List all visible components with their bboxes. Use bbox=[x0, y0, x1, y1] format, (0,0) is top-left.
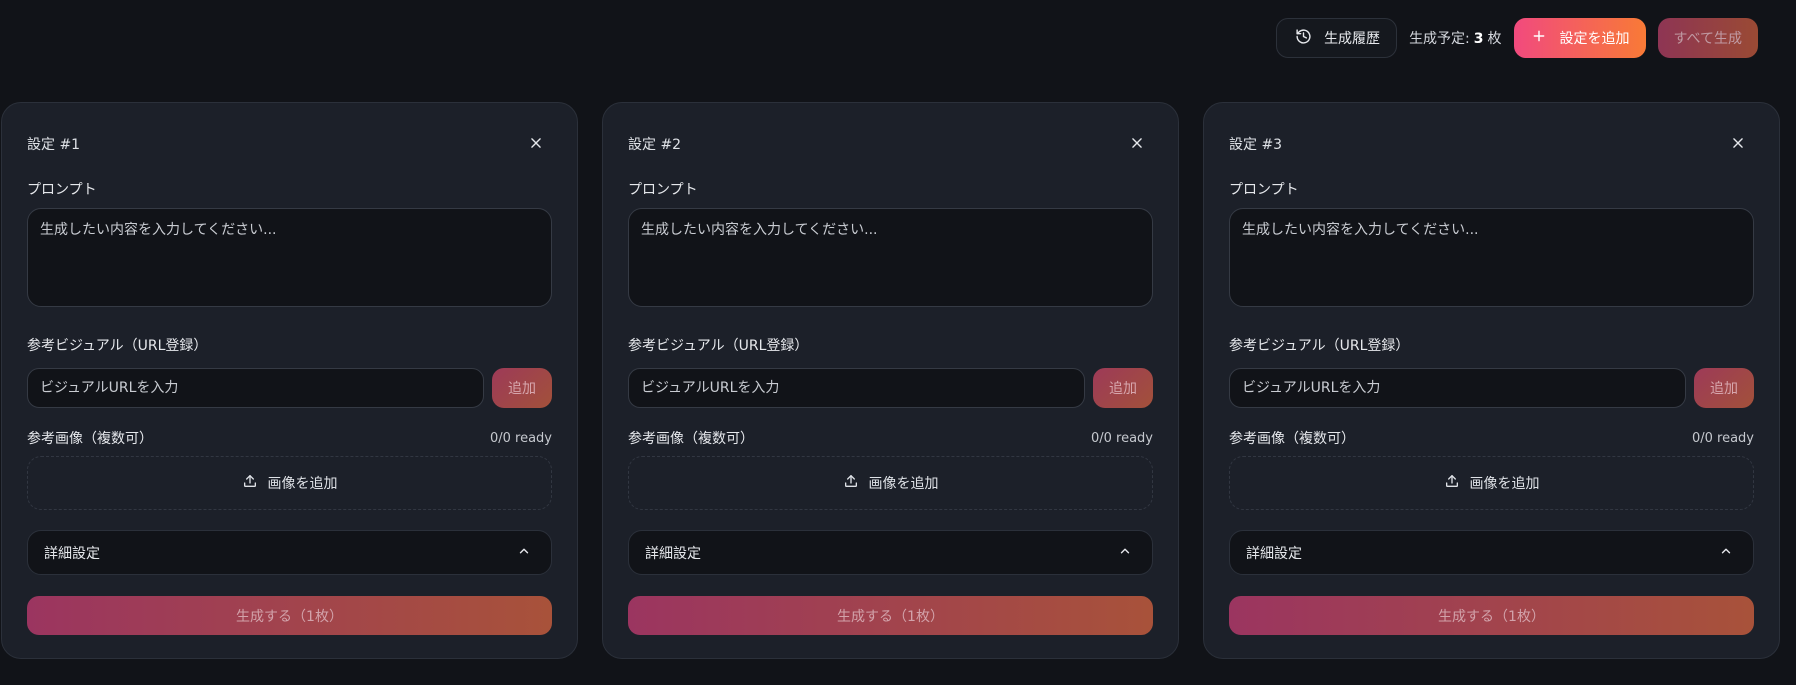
close-card-button[interactable] bbox=[1125, 132, 1149, 156]
upload-icon bbox=[1444, 473, 1460, 493]
prompt-input[interactable] bbox=[628, 208, 1153, 307]
visual-url-label: 参考ビジュアル（URL登録） bbox=[628, 338, 809, 354]
history-label: 生成履歴 bbox=[1324, 31, 1381, 47]
close-icon bbox=[1130, 136, 1144, 153]
visual-url-add-button[interactable]: 追加 bbox=[492, 368, 552, 408]
images-ready-status: 0/0 ready bbox=[1090, 430, 1153, 446]
upload-icon bbox=[242, 473, 258, 493]
visual-url-add-button[interactable]: 追加 bbox=[1093, 368, 1153, 408]
reference-images-label: 参考画像（複数可） bbox=[27, 431, 153, 447]
history-icon bbox=[1295, 28, 1312, 49]
close-card-button[interactable] bbox=[524, 132, 548, 156]
setting-card: 設定 #3 プロンプト 参考ビジュアル（URL登録） 追加 参考画像（複数可） … bbox=[1203, 102, 1780, 659]
prompt-label: プロンプト bbox=[27, 182, 97, 198]
card-header: 設定 #2 bbox=[628, 103, 1153, 181]
advanced-settings-label: 詳細設定 bbox=[1246, 545, 1302, 562]
add-image-button[interactable]: 画像を追加 bbox=[27, 456, 552, 510]
advanced-settings-label: 詳細設定 bbox=[44, 545, 100, 562]
reference-images-header: 参考画像（複数可） 0/0 ready bbox=[628, 428, 1153, 448]
count-unit: 枚 bbox=[1487, 31, 1502, 47]
advanced-settings-toggle[interactable]: 詳細設定 bbox=[1229, 530, 1754, 575]
history-button[interactable]: 生成履歴 bbox=[1276, 18, 1398, 58]
prompt-input[interactable] bbox=[27, 208, 552, 307]
upload-icon bbox=[843, 473, 859, 493]
planned-count: 生成予定: 3 枚 bbox=[1409, 28, 1501, 48]
setting-card: 設定 #1 プロンプト 参考ビジュアル（URL登録） 追加 参考画像（複数可） … bbox=[1, 102, 578, 659]
visual-url-row: 追加 bbox=[27, 368, 552, 408]
add-image-label: 画像を追加 bbox=[1469, 476, 1540, 492]
visual-url-row: 追加 bbox=[628, 368, 1153, 408]
card-title: 設定 #1 bbox=[27, 137, 81, 153]
reference-images-label: 参考画像（複数可） bbox=[628, 431, 754, 447]
count-value: 3 bbox=[1473, 31, 1484, 47]
generate-button[interactable]: 生成する（1枚） bbox=[1229, 596, 1754, 635]
card-header: 設定 #3 bbox=[1229, 103, 1754, 181]
add-image-button[interactable]: 画像を追加 bbox=[1229, 456, 1754, 510]
visual-url-input[interactable] bbox=[1229, 368, 1686, 408]
card-title: 設定 #3 bbox=[1229, 137, 1283, 153]
advanced-settings-toggle[interactable]: 詳細設定 bbox=[27, 530, 552, 575]
add-image-button[interactable]: 画像を追加 bbox=[628, 456, 1153, 510]
chevron-up-icon bbox=[1719, 544, 1737, 562]
prompt-input[interactable] bbox=[1229, 208, 1754, 307]
top-toolbar: 生成履歴 生成予定: 3 枚 設定を追加 すべて生成 bbox=[1276, 18, 1758, 58]
close-icon bbox=[1731, 136, 1745, 153]
visual-url-row: 追加 bbox=[1229, 368, 1754, 408]
visual-url-label: 参考ビジュアル（URL登録） bbox=[27, 338, 208, 354]
prompt-label: プロンプト bbox=[628, 182, 698, 198]
add-setting-label: 設定を追加 bbox=[1559, 31, 1630, 47]
generate-button[interactable]: 生成する（1枚） bbox=[628, 596, 1153, 635]
visual-url-input[interactable] bbox=[27, 368, 484, 408]
count-prefix: 生成予定: bbox=[1409, 31, 1470, 47]
plus-icon bbox=[1532, 29, 1546, 47]
add-image-label: 画像を追加 bbox=[267, 476, 338, 492]
generate-all-button[interactable]: すべて生成 bbox=[1657, 18, 1758, 58]
setting-card: 設定 #2 プロンプト 参考ビジュアル（URL登録） 追加 参考画像（複数可） … bbox=[602, 102, 1179, 659]
prompt-label: プロンプト bbox=[1229, 182, 1299, 198]
reference-images-header: 参考画像（複数可） 0/0 ready bbox=[27, 428, 552, 448]
settings-cards: 設定 #1 プロンプト 参考ビジュアル（URL登録） 追加 参考画像（複数可） … bbox=[1, 102, 1780, 659]
chevron-up-icon bbox=[517, 544, 535, 562]
images-ready-status: 0/0 ready bbox=[489, 430, 552, 446]
close-icon bbox=[529, 136, 543, 153]
add-setting-button[interactable]: 設定を追加 bbox=[1513, 18, 1646, 58]
card-header: 設定 #1 bbox=[27, 103, 552, 181]
card-title: 設定 #2 bbox=[628, 137, 682, 153]
generate-button[interactable]: 生成する（1枚） bbox=[27, 596, 552, 635]
reference-images-header: 参考画像（複数可） 0/0 ready bbox=[1229, 428, 1754, 448]
reference-images-label: 参考画像（複数可） bbox=[1229, 431, 1355, 447]
advanced-settings-toggle[interactable]: 詳細設定 bbox=[628, 530, 1153, 575]
images-ready-status: 0/0 ready bbox=[1691, 430, 1754, 446]
visual-url-input[interactable] bbox=[628, 368, 1085, 408]
add-image-label: 画像を追加 bbox=[868, 476, 939, 492]
visual-url-add-button[interactable]: 追加 bbox=[1694, 368, 1754, 408]
close-card-button[interactable] bbox=[1726, 132, 1750, 156]
chevron-up-icon bbox=[1118, 544, 1136, 562]
visual-url-label: 参考ビジュアル（URL登録） bbox=[1229, 338, 1410, 354]
advanced-settings-label: 詳細設定 bbox=[645, 545, 701, 562]
